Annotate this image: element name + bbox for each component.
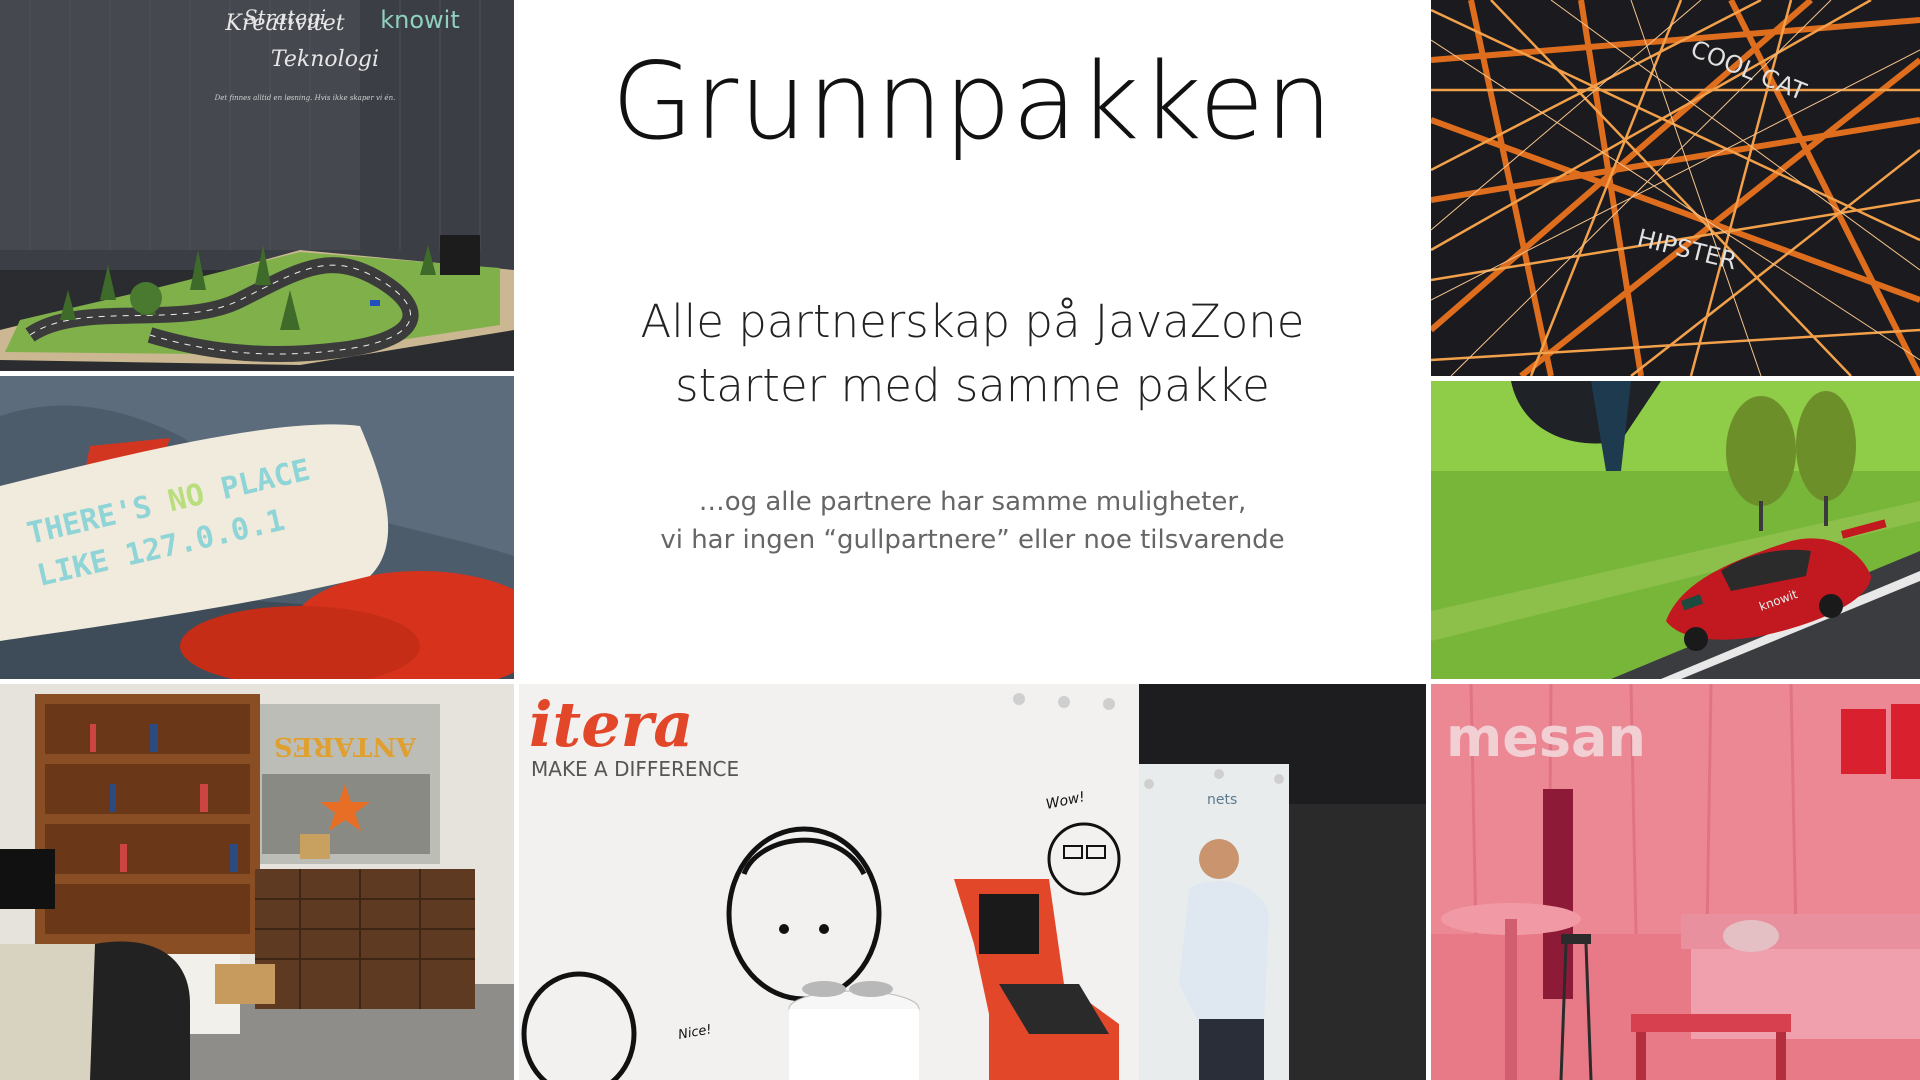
knowit-wall-line-2: Kreativitet — [224, 11, 344, 36]
knowit-logo: knowit — [380, 6, 460, 34]
photo-slot-car: knowit — [1431, 381, 1920, 679]
mesan-logo: mesan — [1446, 706, 1646, 769]
photo-itera-booth: itera MAKE A DIFFERENCE nets Wow! Nice! — [519, 684, 1426, 1080]
photo-mesan-booth: mesan — [1431, 684, 1920, 1080]
itera-tagline: MAKE A DIFFERENCE — [531, 757, 739, 781]
note-line-2: vi har ingen “gullpartnere” eller noe ti… — [660, 525, 1285, 555]
nets-logo: nets — [1207, 792, 1237, 808]
photo-knowit-booth: Strategi Kreativitet Teknologi knowit De… — [0, 0, 514, 371]
photo-pillow: THERE'S NO PLACE LIKE 127.0.0.1 — [0, 376, 514, 679]
note-line-1: …og alle partnere har samme muligheter, — [698, 487, 1247, 517]
antares-sign: ANTARES — [274, 731, 417, 761]
knowit-small-text: Det finnes alltid en løsning. Hvis ikke … — [214, 94, 396, 102]
knowit-wall-line-3: Teknologi — [271, 47, 379, 72]
slide-subtitle: Alle partnerskap på JavaZone starter med… — [519, 290, 1426, 418]
photo-string-art: COOL CAT HIPSTER — [1431, 0, 1920, 376]
slide-title: Grunnpakken — [611, 40, 1334, 163]
subtitle-line-2: starter med samme pakke — [675, 359, 1270, 412]
slide-note: …og alle partnere har samme muligheter, … — [519, 483, 1426, 559]
photo-antares-booth: ANTARES — [0, 684, 514, 1080]
itera-logo: itera — [529, 688, 693, 761]
subtitle-line-1: Alle partnerskap på JavaZone — [640, 295, 1305, 348]
slide-text-panel: Grunnpakken Alle partnerskap på JavaZone… — [519, 0, 1426, 679]
